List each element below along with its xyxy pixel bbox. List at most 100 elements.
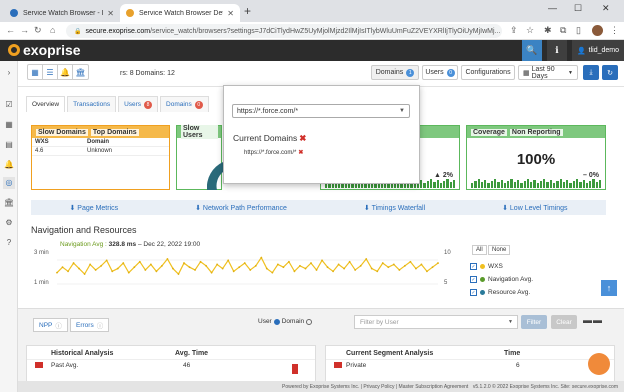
help-icon[interactable]: ⓘ [97, 320, 104, 330]
data-point[interactable] [205, 264, 207, 267]
refresh-icon[interactable]: ↻ [602, 65, 618, 80]
domains-button[interactable]: Domains 1 [371, 65, 419, 80]
data-point[interactable] [431, 266, 434, 269]
reload-icon[interactable]: ↻ [34, 25, 42, 36]
data-point[interactable] [354, 269, 357, 271]
user-radio[interactable] [273, 318, 280, 325]
url-omnibox[interactable]: 🔒 secure.exoprise.com /service_watch/bro… [66, 24, 502, 38]
close-icon[interactable]: ✕ [107, 9, 114, 18]
profile-avatar[interactable] [592, 25, 603, 36]
back-icon[interactable]: ← [6, 25, 15, 35]
data-point[interactable] [67, 270, 69, 273]
search-icon[interactable]: 🔍 [522, 40, 542, 61]
data-point[interactable] [271, 271, 274, 274]
data-point[interactable] [249, 269, 252, 271]
date-range-select[interactable]: ▦ Last 90 Days ▼ [518, 65, 578, 80]
configurations-button[interactable]: Configurations [461, 65, 515, 80]
data-point[interactable] [293, 270, 296, 273]
legend-all-button[interactable]: All [472, 245, 487, 255]
card-tab-slow-users[interactable]: Slow Users [181, 125, 218, 139]
clear-all-icon[interactable]: ✖ [299, 133, 306, 143]
bank-icon[interactable]: 🏛 [3, 197, 15, 209]
legend-none-button[interactable]: None [488, 245, 511, 255]
data-point[interactable] [409, 260, 412, 263]
data-point[interactable] [144, 269, 147, 271]
data-point[interactable] [227, 259, 230, 262]
navigation-line-chart[interactable] [31, 240, 468, 300]
data-point[interactable] [243, 262, 246, 264]
data-point[interactable] [232, 270, 235, 273]
tab-transactions[interactable]: Transactions [67, 96, 117, 112]
data-point[interactable] [337, 263, 340, 266]
data-point[interactable] [437, 262, 439, 264]
data-point[interactable] [315, 269, 318, 271]
help-icon[interactable]: ⓘ [55, 320, 62, 330]
tab-errors[interactable]: Errors ⓘ [70, 318, 110, 332]
puzzle-icon[interactable]: ⧉ [560, 25, 566, 36]
data-point[interactable] [221, 267, 224, 270]
data-point[interactable] [116, 267, 119, 270]
data-point[interactable] [78, 267, 80, 270]
data-point[interactable] [304, 267, 307, 270]
data-point[interactable] [105, 259, 108, 262]
data-point[interactable] [403, 264, 406, 267]
bell-icon[interactable]: 🔔 [3, 159, 15, 171]
data-point[interactable] [288, 260, 290, 263]
filter-by-user-select[interactable]: Filter by User ▼ [354, 315, 518, 329]
data-point[interactable] [172, 267, 174, 270]
data-point[interactable] [276, 263, 279, 266]
data-point[interactable] [199, 260, 202, 263]
data-point[interactable] [392, 263, 395, 266]
checkbox-icon[interactable]: ☑ [3, 99, 15, 111]
card-tab-slow-domains[interactable]: Slow Domains [36, 128, 88, 136]
card-tab-coverage[interactable]: Coverage [471, 128, 507, 136]
more-icon[interactable]: ⋮ [610, 25, 619, 36]
data-point[interactable] [332, 270, 334, 273]
checkbox-icon[interactable]: ✓ [470, 276, 477, 283]
data-point[interactable] [188, 266, 191, 269]
user-menu-button[interactable]: 👤 tlid_demo [572, 40, 624, 61]
data-point[interactable] [133, 266, 136, 269]
forward-icon[interactable]: → [20, 25, 29, 35]
window-close-icon[interactable]: ✕ [602, 3, 610, 14]
expand-icon[interactable]: › [3, 67, 15, 79]
checkbox-icon[interactable]: ✓ [470, 263, 477, 270]
data-point[interactable] [310, 262, 312, 264]
grid-icon[interactable]: ▤ [3, 139, 15, 151]
data-point[interactable] [100, 264, 103, 267]
data-point[interactable] [370, 267, 373, 270]
legend-item[interactable]: ✓ WXS [470, 263, 503, 270]
data-point[interactable] [138, 260, 141, 263]
filter-button[interactable]: Filter [521, 315, 547, 329]
timings-waterfall-link[interactable]: ⬇ Timings Waterfall [364, 204, 425, 212]
gear-icon[interactable]: ⚙ [3, 217, 15, 229]
data-point[interactable] [265, 267, 268, 270]
home-icon[interactable]: ⌂ [50, 25, 55, 35]
share-icon[interactable]: ⇪ [510, 25, 518, 36]
data-point[interactable] [365, 258, 368, 260]
domain-radio[interactable] [306, 318, 313, 325]
grid-view-icon[interactable]: ▦ [28, 65, 43, 79]
data-point[interactable] [61, 266, 64, 269]
tab-npp[interactable]: NPP ⓘ [33, 318, 68, 332]
info-icon[interactable]: ℹ [547, 40, 567, 61]
browser-watch-icon[interactable]: ◎ [3, 177, 15, 189]
tab-users[interactable]: Users 8 [118, 96, 159, 112]
data-point[interactable] [238, 266, 241, 269]
data-point[interactable] [177, 273, 180, 275]
legend-item[interactable]: ✓ Navigation Avg. [470, 276, 533, 283]
table-row[interactable]: 4.6 Unknown [32, 147, 169, 156]
card-tab-top-domains[interactable]: Top Domains [90, 128, 139, 136]
exoprise-logo[interactable]: exoprise [8, 42, 81, 58]
browser-tab-detail[interactable]: Service Watch Browser Detail | E ✕ [120, 4, 240, 22]
data-point[interactable] [183, 262, 185, 264]
data-point[interactable] [56, 271, 58, 274]
data-point[interactable] [343, 267, 346, 270]
network-path-link[interactable]: ⬇ Network Path Performance [195, 204, 287, 212]
card-tab-non-reporting[interactable]: Non Reporting [509, 128, 563, 136]
scroll-to-top-button[interactable]: ↑ [601, 280, 617, 296]
data-point[interactable] [94, 269, 97, 271]
data-point[interactable] [89, 263, 92, 266]
data-point[interactable] [111, 270, 114, 273]
data-point[interactable] [83, 273, 86, 275]
